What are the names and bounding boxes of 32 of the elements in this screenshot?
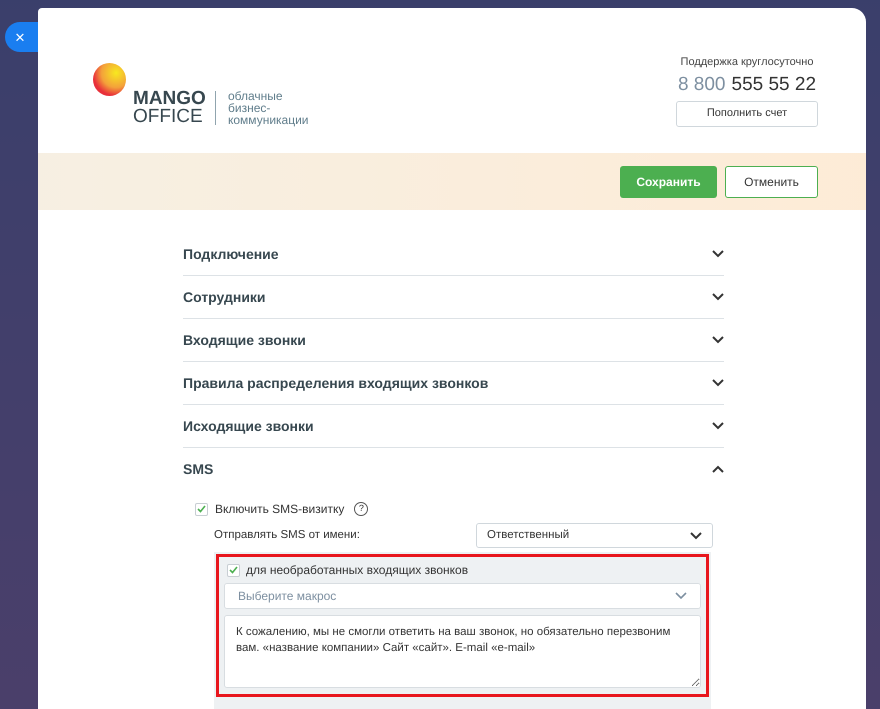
logo-word: OFFICE (133, 108, 204, 126)
section-header[interactable]: Сотрудники (183, 276, 724, 318)
section-header[interactable]: Правила распределения входящих звонков (183, 362, 724, 404)
missed-calls-label: для необработанных входящих звонков (246, 562, 468, 579)
section-title: Исходящие звонки (183, 416, 314, 436)
section-title: Сотрудники (183, 288, 266, 307)
help-icon[interactable]: ? (354, 502, 368, 516)
top-up-button[interactable]: Пополнить счет (676, 100, 818, 126)
section-title: Подключение (183, 244, 279, 264)
section-header[interactable]: Подключение (183, 233, 724, 275)
chevron-down-icon (690, 532, 702, 540)
section-header[interactable]: SMS (183, 448, 724, 490)
logo-word: MANGO (133, 90, 206, 108)
checkbox[interactable] (195, 502, 208, 516)
support-label: Поддержка круглосуточно (680, 55, 814, 70)
cancel-button[interactable]: Отменить (725, 166, 818, 198)
logo-tagline: облачные (228, 90, 284, 102)
checkbox[interactable] (227, 564, 240, 576)
section-title: Входящие звонки (183, 330, 306, 350)
section-header[interactable]: Входящие звонки (183, 319, 724, 361)
logo-tagline: бизнес- (228, 102, 272, 114)
sender-select[interactable]: Ответственный (476, 523, 713, 548)
phone-prefix: 8 800 (678, 72, 726, 96)
phone-number: 555 55 22 (732, 72, 816, 96)
sender-label: Отправлять SMS от имени: (214, 528, 360, 543)
section-header[interactable]: Исходящие звонки (183, 405, 724, 447)
chevron-down-icon (675, 592, 687, 600)
section-title: SMS (183, 460, 214, 478)
section-title: Правила распределения входящих звонков (183, 374, 488, 393)
enable-label: Включить SMS-визитку (215, 501, 344, 518)
message-field[interactable]: К сожалению, мы не смогли ответить на ваш звонок, но обязательно перезвоним вам. «название компании» Сайт «сайт». E-mail «e-mail» (224, 615, 701, 688)
logo-tagline: коммуникации (228, 114, 308, 126)
